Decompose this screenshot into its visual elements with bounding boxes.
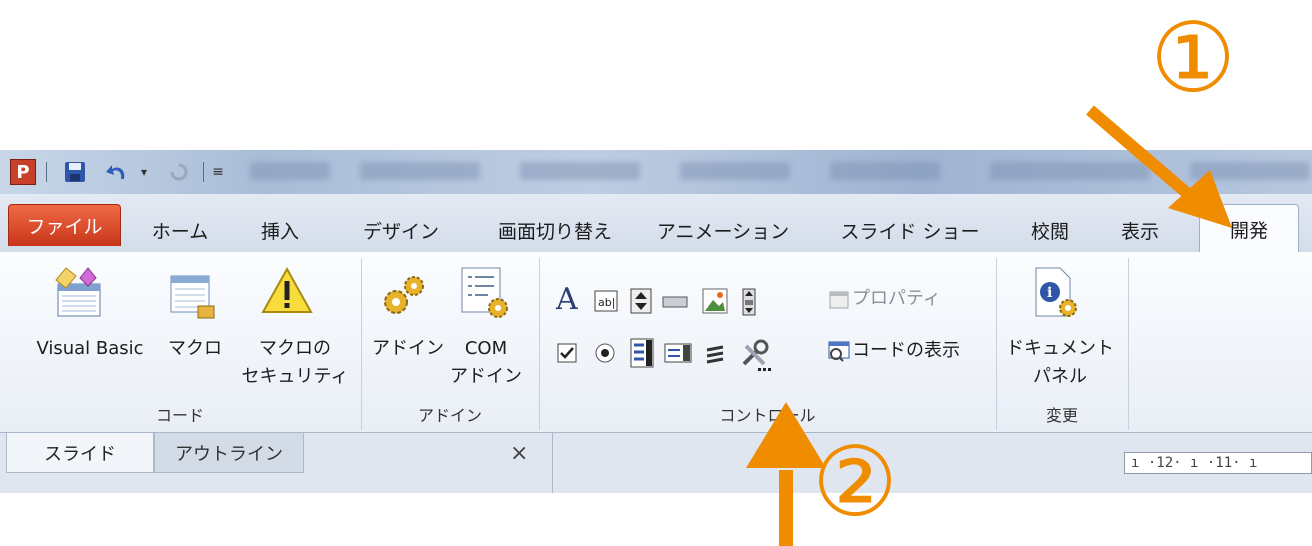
arrow-one-shaft <box>1086 105 1199 205</box>
annotation-one: ① <box>1150 2 1237 114</box>
annotation-two: ② <box>812 426 899 538</box>
annotation-arrows <box>746 105 1232 546</box>
